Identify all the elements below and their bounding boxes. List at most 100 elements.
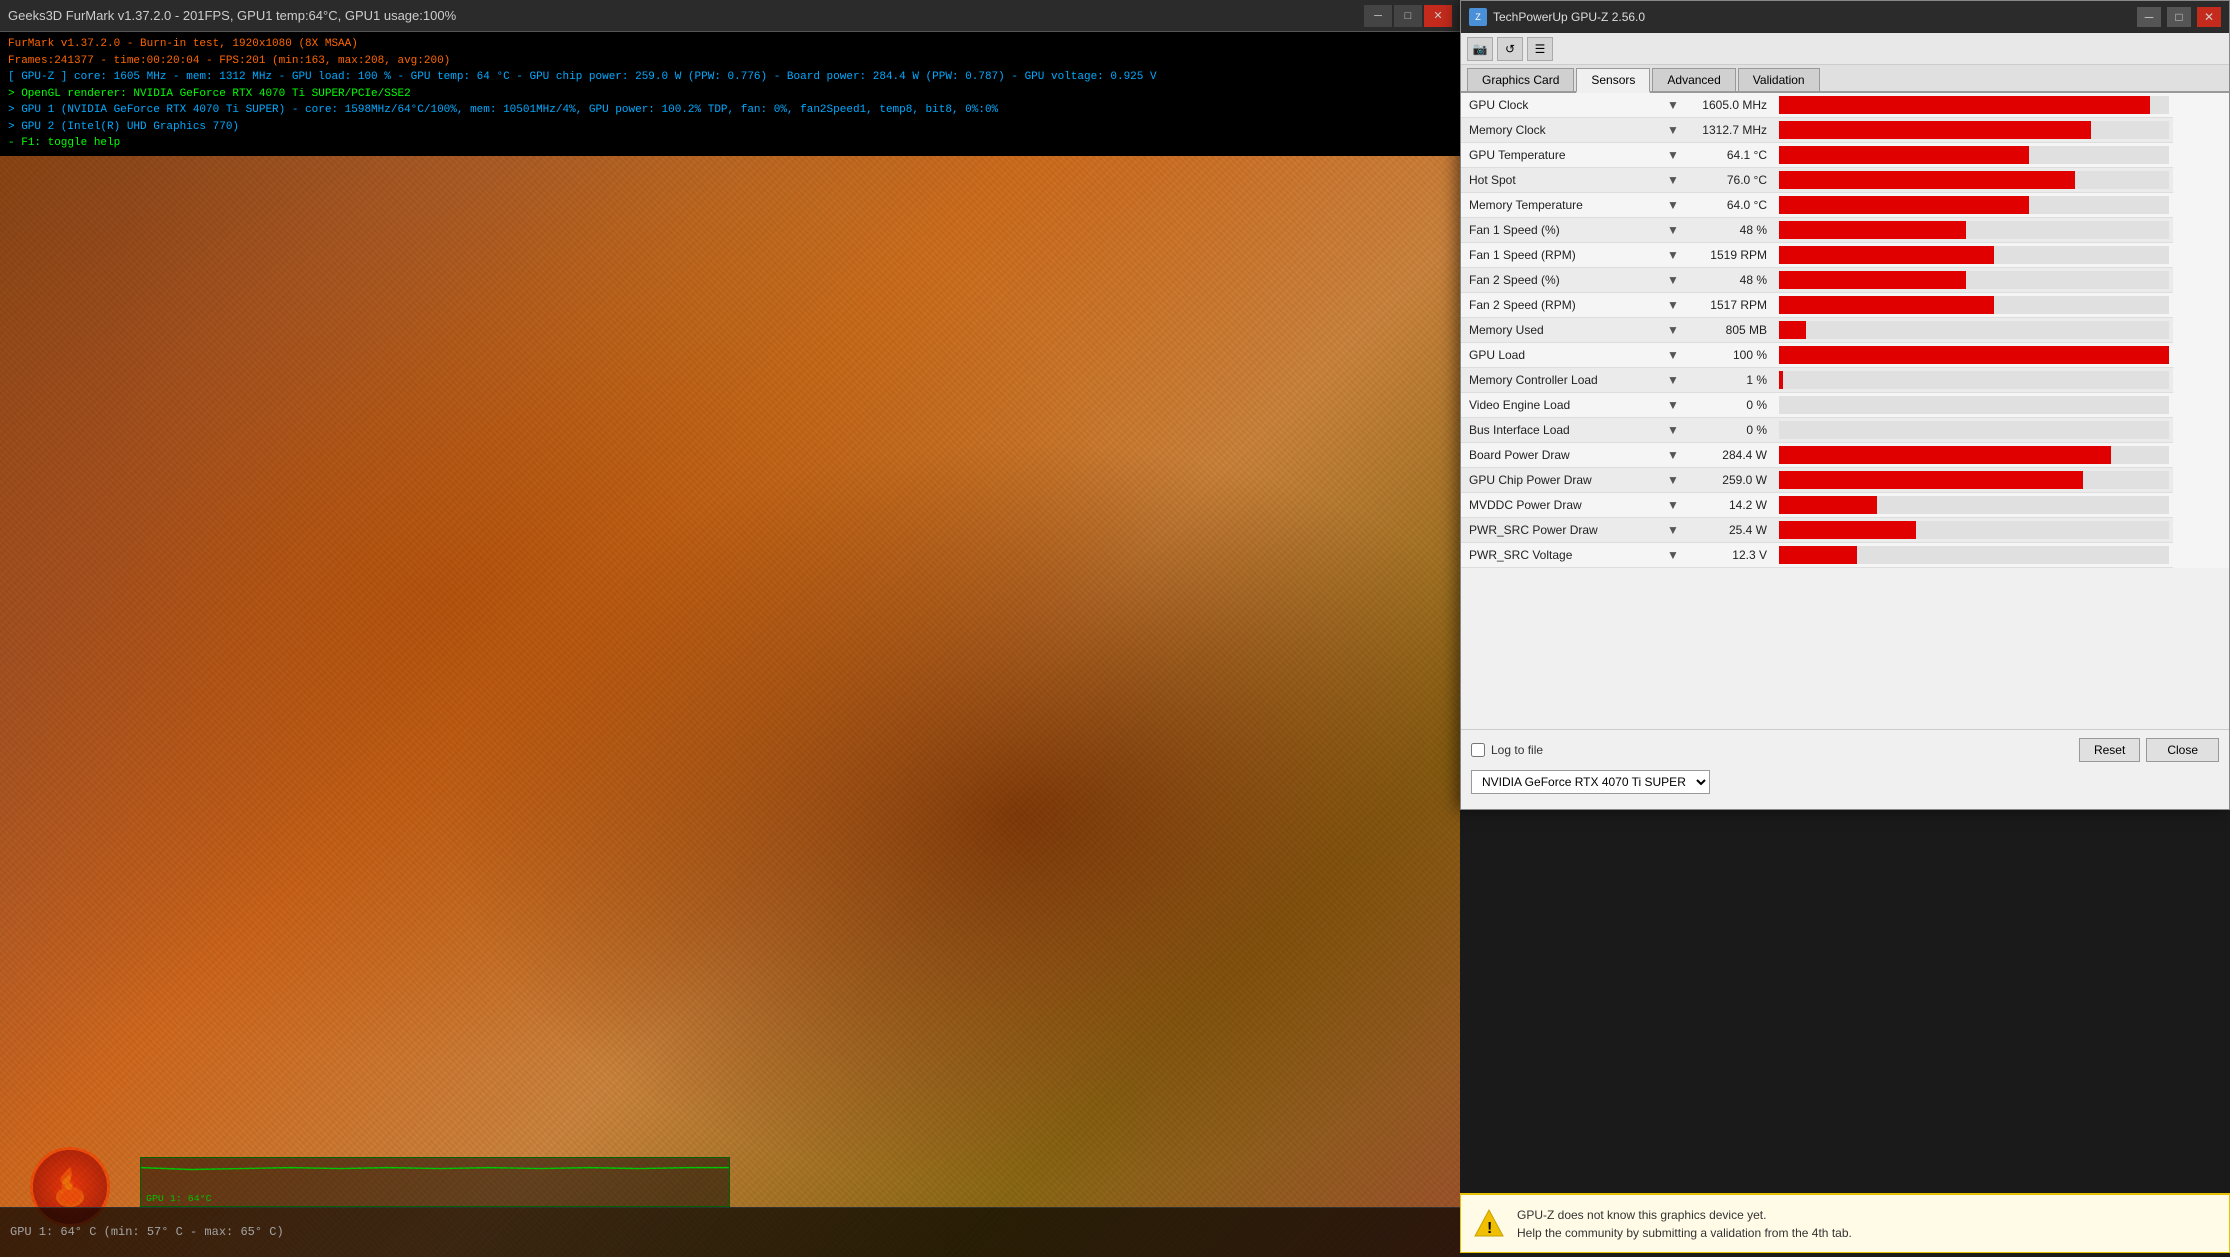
sensor-dropdown[interactable]: ▼ (1661, 468, 1685, 493)
tab-advanced[interactable]: Advanced (1652, 68, 1735, 91)
sensor-bar-cell (1775, 293, 2173, 318)
sensor-dropdown[interactable]: ▼ (1661, 343, 1685, 368)
sensor-dropdown[interactable]: ▼ (1661, 418, 1685, 443)
table-row[interactable]: Hot Spot ▼ 76.0 °C (1461, 168, 2173, 193)
sensor-bar-fill (1779, 371, 1783, 389)
gpu-temp-text: GPU 1: 64° C (min: 57° C - max: 65° C) (10, 1225, 284, 1239)
warning-banner: ! GPU-Z does not know this graphics devi… (1460, 1193, 2230, 1253)
sensor-bar-cell (1775, 543, 2173, 568)
sensor-dropdown[interactable]: ▼ (1661, 243, 1685, 268)
furmark-maximize-btn[interactable]: □ (1394, 5, 1422, 27)
table-row[interactable]: GPU Chip Power Draw ▼ 259.0 W (1461, 468, 2173, 493)
sensor-dropdown[interactable]: ▼ (1661, 493, 1685, 518)
sensor-bar-fill (1779, 346, 2169, 364)
sensor-dropdown[interactable]: ▼ (1661, 143, 1685, 168)
sensors-body: GPU Clock ▼ 1605.0 MHz Memory Clock ▼ 13… (1461, 93, 2173, 568)
gpuz-minimize-btn[interactable]: ─ (2137, 7, 2161, 27)
sensor-dropdown[interactable]: ▼ (1661, 543, 1685, 568)
sensor-dropdown[interactable]: ▼ (1661, 443, 1685, 468)
sensor-name: Memory Clock (1461, 118, 1661, 143)
tab-sensors[interactable]: Sensors (1576, 68, 1650, 93)
table-row[interactable]: MVDDC Power Draw ▼ 14.2 W (1461, 493, 2173, 518)
sensors-scroll-area[interactable]: GPU Clock ▼ 1605.0 MHz Memory Clock ▼ 13… (1461, 93, 2229, 568)
sensor-bar-fill (1779, 446, 2111, 464)
furmark-info-line7: - F1: toggle help (8, 135, 1452, 152)
table-row[interactable]: PWR_SRC Power Draw ▼ 25.4 W (1461, 518, 2173, 543)
sensor-dropdown[interactable]: ▼ (1661, 118, 1685, 143)
sensor-bar-fill (1779, 546, 1857, 564)
table-row[interactable]: Memory Used ▼ 805 MB (1461, 318, 2173, 343)
sensor-dropdown[interactable]: ▼ (1661, 368, 1685, 393)
table-row[interactable]: Video Engine Load ▼ 0 % (1461, 393, 2173, 418)
sensor-bar-bg (1779, 271, 2169, 289)
table-row[interactable]: Fan 1 Speed (RPM) ▼ 1519 RPM (1461, 243, 2173, 268)
sensor-dropdown[interactable]: ▼ (1661, 193, 1685, 218)
table-row[interactable]: GPU Clock ▼ 1605.0 MHz (1461, 93, 2173, 118)
gpuz-titlebar: Z TechPowerUp GPU-Z 2.56.0 ─ □ ✕ (1461, 1, 2229, 33)
sensor-dropdown[interactable]: ▼ (1661, 268, 1685, 293)
sensor-dropdown[interactable]: ▼ (1661, 393, 1685, 418)
log-to-file-checkbox[interactable] (1471, 743, 1485, 757)
sensor-bar-cell (1775, 468, 2173, 493)
sensor-bar-fill (1779, 271, 1966, 289)
sensor-name: GPU Load (1461, 343, 1661, 368)
sensor-bar-fill (1779, 121, 2091, 139)
sensor-bar-cell (1775, 118, 2173, 143)
toolbar-screenshot-btn[interactable]: 📷 (1467, 37, 1493, 61)
sensor-dropdown[interactable]: ▼ (1661, 318, 1685, 343)
table-row[interactable]: Bus Interface Load ▼ 0 % (1461, 418, 2173, 443)
sensor-name: Bus Interface Load (1461, 418, 1661, 443)
sensor-bar-fill (1779, 246, 1994, 264)
sensor-bar-fill (1779, 296, 1994, 314)
sensor-value: 0 % (1685, 393, 1775, 418)
table-row[interactable]: PWR_SRC Voltage ▼ 12.3 V (1461, 543, 2173, 568)
reset-button[interactable]: Reset (2079, 738, 2140, 762)
toolbar-menu-btn[interactable]: ☰ (1527, 37, 1553, 61)
sensor-bar-bg (1779, 321, 2169, 339)
sensor-name: GPU Temperature (1461, 143, 1661, 168)
table-row[interactable]: Fan 2 Speed (RPM) ▼ 1517 RPM (1461, 293, 2173, 318)
sensor-bar-cell (1775, 343, 2173, 368)
sensor-bar-cell (1775, 368, 2173, 393)
sensor-dropdown[interactable]: ▼ (1661, 168, 1685, 193)
table-row[interactable]: Board Power Draw ▼ 284.4 W (1461, 443, 2173, 468)
sensor-name: GPU Chip Power Draw (1461, 468, 1661, 493)
sensor-name: Memory Used (1461, 318, 1661, 343)
sensor-bar-cell (1775, 443, 2173, 468)
sensor-dropdown[interactable]: ▼ (1661, 218, 1685, 243)
sensor-dropdown[interactable]: ▼ (1661, 518, 1685, 543)
gpu-selector-dropdown[interactable]: NVIDIA GeForce RTX 4070 Ti SUPER (1471, 770, 1710, 794)
sensor-value: 1605.0 MHz (1685, 93, 1775, 118)
table-row[interactable]: Memory Clock ▼ 1312.7 MHz (1461, 118, 2173, 143)
close-button[interactable]: Close (2146, 738, 2219, 762)
toolbar-refresh-btn[interactable]: ↺ (1497, 37, 1523, 61)
sensor-name: Board Power Draw (1461, 443, 1661, 468)
sensor-dropdown[interactable]: ▼ (1661, 293, 1685, 318)
sensor-name: MVDDC Power Draw (1461, 493, 1661, 518)
furmark-info-line5: > GPU 1 (NVIDIA GeForce RTX 4070 Ti SUPE… (8, 102, 1452, 119)
sensor-bar-fill (1779, 521, 1916, 539)
table-row[interactable]: Memory Temperature ▼ 64.0 °C (1461, 193, 2173, 218)
furmark-canvas: GPU 1: 64°C GPU 1: 64° C (min: 57° C - m… (0, 156, 1460, 1257)
sensor-dropdown[interactable]: ▼ (1661, 93, 1685, 118)
table-row[interactable]: Memory Controller Load ▼ 1 % (1461, 368, 2173, 393)
furmark-minimize-btn[interactable]: ─ (1364, 5, 1392, 27)
furmark-close-btn[interactable]: ✕ (1424, 5, 1452, 27)
sensor-bar-fill (1779, 221, 1966, 239)
table-row[interactable]: Fan 2 Speed (%) ▼ 48 % (1461, 268, 2173, 293)
table-row[interactable]: GPU Load ▼ 100 % (1461, 343, 2173, 368)
tab-validation[interactable]: Validation (1738, 68, 1820, 91)
gpuz-close-title-btn[interactable]: ✕ (2197, 7, 2221, 27)
sensor-bar-bg (1779, 221, 2169, 239)
gpuz-restore-btn[interactable]: □ (2167, 7, 2191, 27)
sensor-bar-bg (1779, 146, 2169, 164)
sensor-bar-bg (1779, 171, 2169, 189)
sensor-bar-cell (1775, 518, 2173, 543)
sensor-name: Fan 2 Speed (RPM) (1461, 293, 1661, 318)
sensor-value: 25.4 W (1685, 518, 1775, 543)
tab-graphics-card[interactable]: Graphics Card (1467, 68, 1574, 91)
table-row[interactable]: Fan 1 Speed (%) ▼ 48 % (1461, 218, 2173, 243)
log-row: Log to file (1471, 743, 1543, 757)
table-row[interactable]: GPU Temperature ▼ 64.1 °C (1461, 143, 2173, 168)
sensor-bar-bg (1779, 121, 2169, 139)
